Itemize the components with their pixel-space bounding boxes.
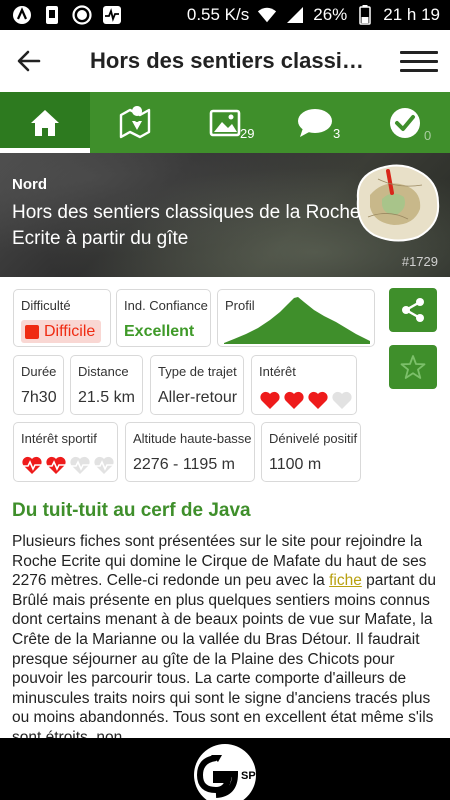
difficulty-badge: Difficile <box>21 320 102 343</box>
duration-value: 7h30 <box>21 389 57 406</box>
activity-notification-icon <box>102 5 122 25</box>
altitude-card: Altitude haute-basse 2276 - 1195 m <box>125 422 255 482</box>
island-map-thumbnail <box>356 164 440 242</box>
logo-text: SPORT <box>241 770 272 782</box>
battery-level: 26% <box>313 5 348 24</box>
tab-map[interactable] <box>90 92 180 153</box>
page-title: Hors des sentiers classiques de la Roche… <box>90 48 370 73</box>
elevation-gain-label: Dénivelé positif <box>269 431 358 446</box>
interest-card: Intérêt <box>251 355 357 415</box>
map-pin-icon <box>119 105 151 138</box>
back-button[interactable] <box>0 30 58 92</box>
sport-interest-card: Intérêt sportif <box>13 422 118 482</box>
profile-card[interactable]: Profil <box>217 289 375 347</box>
done-count: 0 <box>424 128 432 143</box>
altitude-value: 2276 - 1195 m <box>133 456 235 473</box>
menu-icon-line <box>400 50 438 54</box>
difficulty-color-icon <box>25 324 39 339</box>
fiche-link[interactable]: fiche <box>329 572 362 589</box>
sport-interest-label: Intérêt sportif <box>21 431 97 446</box>
photos-count: 29 <box>240 126 255 141</box>
trip-type-label: Type de trajet <box>158 364 237 379</box>
heart-pulse-empty-icon <box>94 456 114 474</box>
article-text-continued: partant du Brûlé mais présente en plus q… <box>12 572 436 738</box>
article-body: Plusieurs fiches sont présentées sur le … <box>12 532 438 738</box>
tab-home[interactable] <box>0 92 90 153</box>
hero-banner: Nord Hors des sentiers classiques de la … <box>0 153 450 277</box>
check-circle-icon <box>390 107 420 138</box>
difficulty-card: Difficulté Difficile <box>13 289 111 347</box>
interest-label: Intérêt <box>259 364 296 379</box>
hike-title: Hors des sentiers classiques de la Roche… <box>12 202 361 249</box>
heart-icon <box>260 391 280 409</box>
heart-icon <box>284 391 304 409</box>
menu-button[interactable] <box>400 42 438 80</box>
hike-id: #1729 <box>401 254 438 269</box>
battery-icon <box>355 5 375 25</box>
heart-pulse-empty-icon <box>70 456 90 474</box>
favorite-button[interactable] <box>389 345 437 389</box>
altitude-label: Altitude haute-basse <box>133 431 252 446</box>
app-bar: Hors des sentiers classiques de la Roche… <box>0 30 450 92</box>
distance-label: Distance <box>78 364 129 379</box>
region-label: Nord <box>12 176 47 193</box>
difficulty-value: Difficile <box>44 322 96 340</box>
menu-icon-line <box>400 59 438 63</box>
sport-interest-rating <box>21 455 115 475</box>
tab-comments[interactable]: 3 <box>270 92 360 153</box>
share-button[interactable] <box>389 288 437 332</box>
confidence-label: Ind. Confiance <box>124 298 208 313</box>
signal-icon <box>285 5 305 25</box>
distance-value: 21.5 km <box>78 389 135 406</box>
heart-pulse-icon <box>22 456 42 474</box>
heart-icon <box>308 391 328 409</box>
tab-photos[interactable]: 29 <box>180 92 270 153</box>
article-title: Du tuit-tuit au cerf de Java <box>12 500 251 521</box>
trip-type-card: Type de trajet Aller-retour <box>150 355 244 415</box>
share-icon <box>402 298 424 322</box>
home-icon <box>31 109 59 136</box>
duration-card: Durée 7h30 <box>13 355 64 415</box>
confidence-card: Ind. Confiance Excellent <box>116 289 211 347</box>
difficulty-label: Difficulté <box>21 298 71 313</box>
menu-icon-line <box>400 68 438 72</box>
star-icon <box>400 355 426 379</box>
duration-label: Durée <box>21 364 57 379</box>
elevation-gain-value: 1100 m <box>269 456 322 473</box>
footer-bar: SPORT <box>0 738 450 800</box>
interest-rating <box>259 390 353 410</box>
wifi-icon <box>257 5 277 25</box>
elevation-gain-card: Dénivelé positif 1100 m <box>261 422 361 482</box>
elevation-profile-graph <box>224 297 370 344</box>
gosport-logo: SPORT <box>194 744 272 800</box>
image-icon <box>209 109 241 136</box>
tab-bar: 29 3 0 <box>0 92 450 153</box>
network-speed: 0.55 K/s <box>186 5 250 24</box>
app-notification-icon <box>12 5 32 25</box>
confidence-value: Excellent <box>124 323 195 340</box>
trip-type-value: Aller-retour <box>158 389 238 406</box>
heart-pulse-icon <box>46 456 66 474</box>
record-notification-icon <box>72 5 92 25</box>
distance-card: Distance 21.5 km <box>70 355 143 415</box>
heart-empty-icon <box>332 391 352 409</box>
comments-count: 3 <box>333 126 341 141</box>
phone-notification-icon <box>42 5 62 25</box>
clock: 21 h 19 <box>383 5 440 24</box>
tab-done[interactable]: 0 <box>360 92 450 153</box>
arrow-left-icon <box>17 50 41 72</box>
comment-icon <box>298 108 332 137</box>
status-bar: 0.55 K/s 26% 21 h 19 <box>0 0 450 30</box>
